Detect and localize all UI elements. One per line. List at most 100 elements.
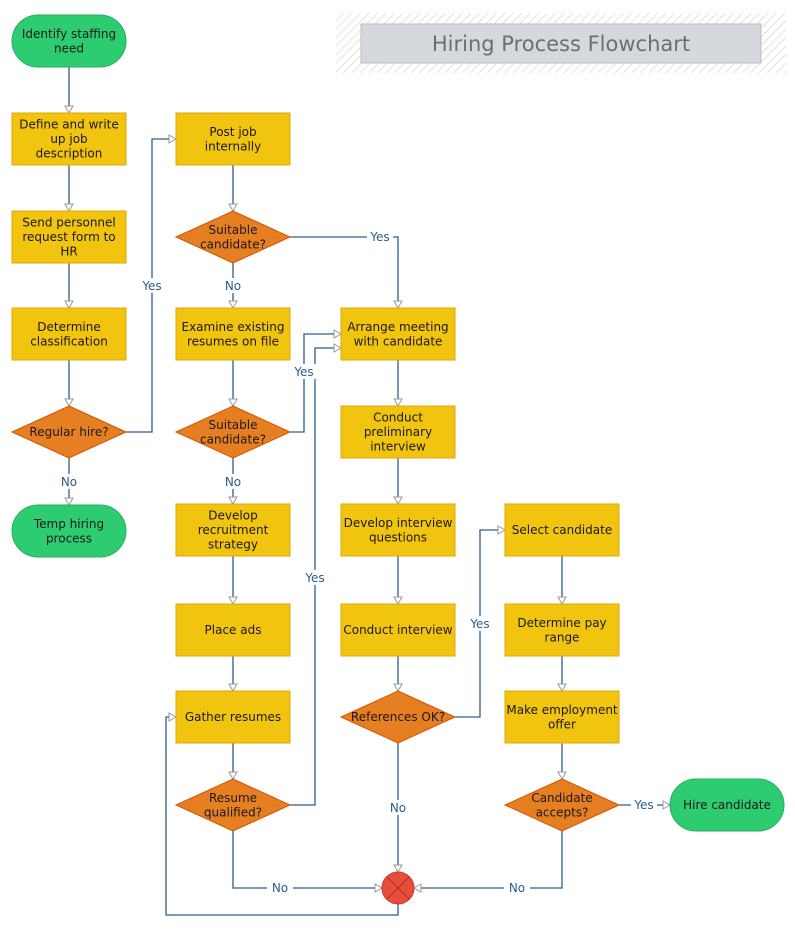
node-label: candidate? (200, 432, 266, 446)
arrowhead-icon (228, 771, 238, 781)
node-examine[interactable]: Examine existingresumes on file (175, 307, 291, 361)
node-label: interview (370, 440, 426, 454)
node-label: classification (30, 334, 108, 348)
node-label: Candidate (531, 791, 592, 805)
node-label: preliminary (364, 425, 432, 439)
node-label: Conduct interview (343, 623, 452, 637)
node-prelim[interactable]: Conductpreliminaryinterview (340, 405, 456, 459)
node-post[interactable]: Post jobinternally (175, 112, 291, 166)
connector-interview-to-references (393, 656, 403, 693)
node-send[interactable]: Send personnelrequest form toHR (11, 210, 127, 264)
node-arrange[interactable]: Arrange meetingwith candidate (340, 307, 456, 361)
edge-label-no: No (61, 475, 77, 489)
arrowhead-icon (497, 525, 507, 535)
node-label: Place ads (205, 623, 262, 637)
arrowhead-icon (228, 683, 238, 693)
node-label: offer (548, 717, 576, 731)
node-accepts[interactable]: Candidateaccepts? (503, 778, 621, 832)
edge-label-no: No (225, 475, 241, 489)
node-hire[interactable]: Hire candidate (669, 778, 785, 832)
connector-examine-to-suitable2 (228, 360, 238, 408)
arrowhead-icon (228, 596, 238, 606)
node-questions[interactable]: Develop interviewquestions (340, 503, 456, 557)
connector-line (232, 831, 382, 889)
arrowhead-icon (393, 496, 403, 506)
arrowhead-icon (64, 300, 74, 310)
node-label: Develop interview (344, 516, 453, 530)
arrowhead-icon (228, 203, 238, 213)
node-label: Temp hiring (33, 517, 104, 531)
node-label: Select candidate (512, 523, 612, 537)
arrowhead-icon (228, 496, 238, 506)
node-interview[interactable]: Conduct interview (340, 603, 456, 657)
connector-prelim-to-questions (393, 458, 403, 506)
edge-label-no: No (272, 881, 288, 895)
connector-gather-to-qualified (228, 743, 238, 781)
node-label: with candidate (354, 334, 443, 348)
node-payrange[interactable]: Determine payrange (504, 603, 620, 657)
node-label: Arrange meeting (347, 320, 448, 334)
node-label: questions (369, 530, 427, 544)
edge-label-yes: Yes (369, 230, 389, 244)
arrowhead-icon (333, 343, 343, 353)
arrowhead-icon (393, 596, 403, 606)
node-label: internally (205, 139, 261, 153)
node-classify[interactable]: Determineclassification (11, 307, 127, 361)
connector-suitable1-to-arrange (290, 236, 403, 310)
chart-title: Hiring Process Flowchart (432, 32, 690, 56)
node-select[interactable]: Select candidate (504, 503, 620, 557)
node-offer[interactable]: Make employmentoffer (504, 690, 620, 744)
node-label: Make employment (506, 703, 618, 717)
arrowhead-icon (64, 203, 74, 213)
node-references[interactable]: References OK? (339, 690, 457, 744)
node-temp[interactable]: Temp hiringprocess (11, 504, 127, 558)
node-label: request form to (22, 230, 115, 244)
arrowhead-icon (393, 683, 403, 693)
edge-label-yes: Yes (633, 798, 653, 812)
connector-line (414, 831, 563, 889)
edge-label-yes: Yes (304, 571, 324, 585)
node-label: Gather resumes (185, 710, 281, 724)
node-label: strategy (208, 538, 258, 552)
connector-strategy-to-ads (228, 556, 238, 606)
node-regular[interactable]: Regular hire? (10, 405, 128, 459)
node-label: need (54, 41, 84, 55)
node-label: qualified? (204, 805, 262, 819)
hiring-flowchart: Hiring Process Flowchart Identify staffi… (10, 13, 786, 916)
node-end[interactable] (381, 871, 415, 905)
node-label: accepts? (536, 805, 589, 819)
node-label: Determine (37, 320, 100, 334)
node-label: Regular hire? (29, 425, 108, 439)
node-label: process (46, 531, 92, 545)
connector-line (290, 236, 399, 308)
node-label: HR (60, 245, 77, 259)
node-suitable1[interactable]: Suitablecandidate? (174, 210, 292, 264)
connector-ads-to-gather (228, 656, 238, 693)
node-gather[interactable]: Gather resumes (175, 690, 291, 744)
edge-label-yes: Yes (293, 365, 313, 379)
arrowhead-icon (228, 398, 238, 408)
arrowhead-icon (393, 300, 403, 310)
connector-classify-to-regular (64, 360, 74, 408)
node-define[interactable]: Define and writeup jobdescription (11, 112, 127, 166)
node-label: Examine existing (182, 320, 285, 334)
node-suitable2[interactable]: Suitablecandidate? (174, 405, 292, 459)
node-ads[interactable]: Place ads (175, 603, 291, 657)
arrowhead-icon (64, 398, 74, 408)
node-strategy[interactable]: Developrecruitmentstrategy (175, 503, 291, 557)
connector-send-to-classify (64, 263, 74, 310)
node-identify[interactable]: Identify staffingneed (11, 14, 127, 68)
node-qualified[interactable]: Resumequalified? (174, 778, 292, 832)
connector-questions-to-interview (393, 556, 403, 606)
arrowhead-icon (168, 712, 178, 722)
node-label: description (36, 147, 103, 161)
connector-qualified-to-end (232, 831, 384, 893)
edge-label-no: No (225, 279, 241, 293)
node-label: candidate? (200, 237, 266, 251)
node-label: Suitable (209, 223, 258, 237)
arrowhead-icon (393, 864, 403, 874)
arrowhead-icon (64, 105, 74, 115)
arrowhead-icon (228, 300, 238, 310)
arrowhead-icon (557, 683, 567, 693)
connector-identify-to-define (64, 67, 74, 115)
